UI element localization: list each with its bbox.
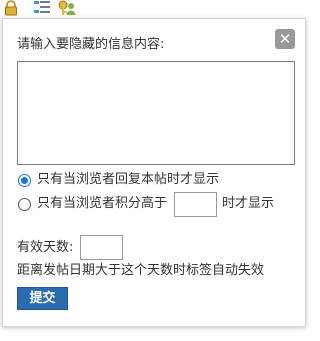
- close-button[interactable]: ✕: [275, 29, 295, 49]
- radio-points-option[interactable]: [18, 198, 31, 211]
- valid-days-label: 有效天数:: [17, 240, 74, 255]
- points-option-prefix-label: 只有当浏览者积分高于: [37, 196, 168, 211]
- points-option-suffix-label: 时才显示: [222, 196, 275, 211]
- submit-button[interactable]: 提交: [17, 287, 68, 310]
- hidden-content-input[interactable]: [17, 61, 295, 165]
- lock-icon[interactable]: [3, 0, 21, 16]
- radio-reply-option[interactable]: [18, 174, 31, 187]
- points-threshold-input[interactable]: [174, 192, 217, 217]
- valid-days-hint: 距离发帖日期大于这个天数时标签自动失效: [17, 263, 265, 278]
- key-user-icon[interactable]: [57, 0, 76, 16]
- valid-days-input[interactable]: [80, 235, 123, 260]
- editor-toolbar: [0, 0, 320, 18]
- reply-option-label: 只有当浏览者回复本帖时才显示: [37, 172, 220, 187]
- hide-content-dialog: ✕ 请输入要隐藏的信息内容: 只有当浏览者回复本帖时才显示 只有当浏览者积分高于…: [2, 18, 306, 327]
- list-indent-icon[interactable]: [33, 0, 51, 16]
- content-prompt-label: 请输入要隐藏的信息内容:: [17, 37, 165, 52]
- close-icon: ✕: [278, 30, 292, 48]
